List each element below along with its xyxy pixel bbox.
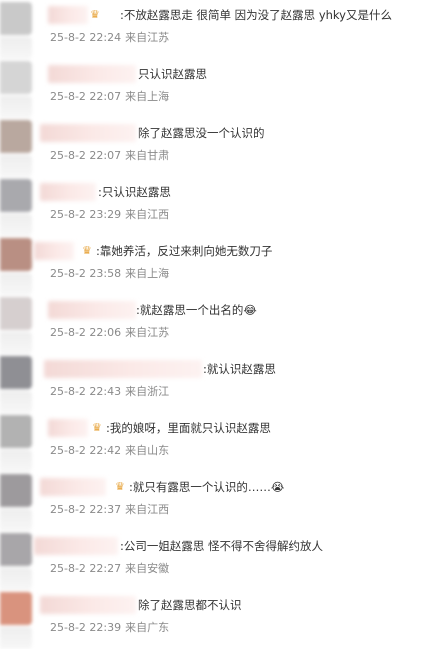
comment-date: 25-8-2 22:37 (50, 503, 122, 516)
avatar[interactable] (0, 238, 32, 295)
comment-item[interactable]: ♛ :就只有露思一个认识的……😭 25-8-2 22:37 来自江西 (0, 472, 442, 531)
comment-meta: 25-8-2 22:37 来自江西 (50, 503, 169, 517)
username-blurred[interactable] (48, 301, 136, 319)
avatar[interactable] (0, 415, 32, 472)
crown-icon: ♛ (115, 480, 125, 493)
comment-text: :就只有露思一个认识的……😭 (129, 480, 285, 494)
comment-date: 25-8-2 22:07 (50, 149, 122, 162)
comment-date: 25-8-2 23:29 (50, 208, 122, 221)
comment-item[interactable]: :就赵露思一个出名的😂 25-8-2 22:06 来自江苏 (0, 295, 442, 354)
comment-item[interactable]: 除了赵露思都不认识 25-8-2 22:39 来自广东 (0, 590, 442, 649)
comment-location: 来自上海 (125, 90, 170, 103)
comment-meta: 25-8-2 22:06 来自江苏 (50, 326, 169, 340)
comment-text: :只认识赵露思 (98, 185, 171, 199)
comment-text: :就赵露思一个出名的😂 (136, 303, 257, 317)
comment-text: :公司一姐赵露思 怪不得不舍得解约放人 (120, 539, 324, 553)
username-blurred[interactable] (40, 596, 136, 614)
avatar[interactable] (0, 356, 32, 413)
comment-text: 只认识赵露思 (138, 67, 207, 81)
comment-text: 除了赵露思没一个认识的 (138, 126, 265, 140)
avatar[interactable] (0, 297, 32, 354)
comment-date: 25-8-2 22:43 (50, 385, 122, 398)
comment-text: :就认识赵露思 (203, 362, 276, 376)
avatar[interactable] (0, 2, 32, 59)
crown-icon: ♛ (90, 8, 100, 21)
comment-date: 25-8-2 22:39 (50, 621, 122, 634)
username-blurred[interactable] (48, 65, 136, 83)
comment-item[interactable]: 只认识赵露思 25-8-2 22:07 来自上海 (0, 59, 442, 118)
comment-location: 来自江苏 (125, 326, 170, 339)
comment-meta: 25-8-2 22:27 来自安徽 (50, 562, 169, 576)
comment-text: :不放赵露思走 很简单 因为没了赵露思 yhky又是什么 (120, 8, 392, 22)
username-blurred[interactable] (34, 242, 74, 260)
comment-item[interactable]: :只认识赵露思 25-8-2 23:29 来自江西 (0, 177, 442, 236)
avatar[interactable] (0, 592, 32, 649)
comment-text: :我的娘呀，里面就只认识赵露思 (106, 421, 271, 435)
comment-location: 来自甘肃 (125, 149, 170, 162)
comment-location: 来自江西 (125, 208, 170, 221)
username-blurred[interactable] (48, 6, 88, 24)
username-blurred[interactable] (44, 360, 202, 378)
comment-item[interactable]: :公司一姐赵露思 怪不得不舍得解约放人 25-8-2 22:27 来自安徽 (0, 531, 442, 590)
comment-meta: 25-8-2 23:29 来自江西 (50, 208, 169, 222)
comment-meta: 25-8-2 22:42 来自山东 (50, 444, 169, 458)
crown-icon: ♛ (92, 421, 102, 434)
comment-location: 来自安徽 (125, 562, 170, 575)
comment-meta: 25-8-2 22:07 来自甘肃 (50, 149, 169, 163)
avatar[interactable] (0, 120, 32, 177)
comment-location: 来自江苏 (125, 31, 170, 44)
comment-date: 25-8-2 22:42 (50, 444, 122, 457)
comment-date: 25-8-2 23:58 (50, 267, 122, 280)
username-blurred[interactable] (48, 419, 88, 437)
comment-meta: 25-8-2 23:58 来自上海 (50, 267, 169, 281)
comment-item[interactable]: :就认识赵露思 25-8-2 22:43 来自浙江 (0, 354, 442, 413)
comment-date: 25-8-2 22:24 (50, 31, 122, 44)
avatar[interactable] (0, 474, 32, 531)
comment-location: 来自上海 (125, 267, 170, 280)
comment-location: 来自广东 (125, 621, 170, 634)
comment-item[interactable]: ♛ :靠她养活，反过来刺向她无数刀子 25-8-2 23:58 来自上海 (0, 236, 442, 295)
avatar[interactable] (0, 533, 32, 590)
comment-date: 25-8-2 22:07 (50, 90, 122, 103)
avatar[interactable] (0, 179, 32, 236)
comment-date: 25-8-2 22:06 (50, 326, 122, 339)
comment-item[interactable]: ♛ :我的娘呀，里面就只认识赵露思 25-8-2 22:42 来自山东 (0, 413, 442, 472)
comment-meta: 25-8-2 22:07 来自上海 (50, 90, 169, 104)
comment-text: 除了赵露思都不认识 (138, 598, 242, 612)
username-blurred[interactable] (40, 478, 106, 496)
comment-item[interactable]: 除了赵露思没一个认识的 25-8-2 22:07 来自甘肃 (0, 118, 442, 177)
username-blurred[interactable] (40, 183, 96, 201)
crown-icon: ♛ (82, 244, 92, 257)
username-blurred[interactable] (34, 537, 118, 555)
avatar[interactable] (0, 61, 32, 118)
comment-location: 来自浙江 (125, 385, 170, 398)
comment-meta: 25-8-2 22:24 来自江苏 (50, 31, 169, 45)
comment-meta: 25-8-2 22:39 来自广东 (50, 621, 169, 635)
comment-location: 来自江西 (125, 503, 170, 516)
comment-date: 25-8-2 22:27 (50, 562, 122, 575)
comment-meta: 25-8-2 22:43 来自浙江 (50, 385, 169, 399)
comment-text: :靠她养活，反过来刺向她无数刀子 (96, 244, 273, 258)
comment-item[interactable]: ♛ :不放赵露思走 很简单 因为没了赵露思 yhky又是什么 25-8-2 22:2… (0, 0, 442, 59)
comment-location: 来自山东 (125, 444, 170, 457)
username-blurred[interactable] (40, 124, 136, 142)
